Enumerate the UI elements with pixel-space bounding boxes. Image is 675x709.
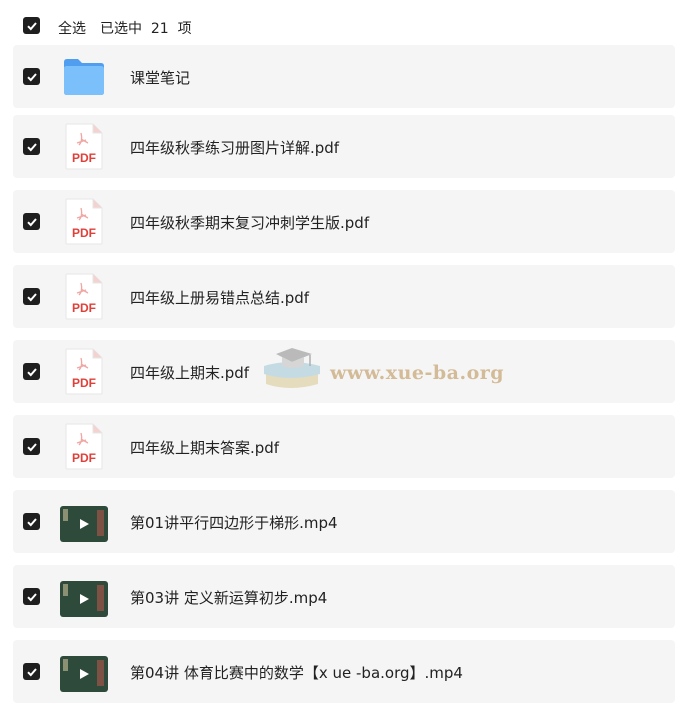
select-all-label[interactable]: 全选: [58, 18, 86, 38]
pdf-icon: PDF: [60, 348, 106, 395]
file-row[interactable]: 第01讲平行四边形于梯形.mp4: [13, 490, 675, 553]
file-row[interactable]: PDF 四年级上期末.pdf: [13, 340, 675, 403]
row-checkbox[interactable]: [23, 438, 40, 455]
video-thumbnail-icon: [60, 573, 108, 620]
check-icon: [26, 21, 37, 30]
file-name[interactable]: 四年级上期末答案.pdf: [130, 437, 279, 458]
row-checkbox[interactable]: [23, 588, 40, 605]
pdf-icon: PDF: [60, 423, 106, 470]
file-row[interactable]: PDF 四年级秋季期末复习冲刺学生版.pdf: [13, 190, 675, 253]
pdf-badge: PDF: [72, 151, 96, 165]
video-thumbnail-icon: [60, 498, 108, 545]
play-icon: [80, 519, 89, 529]
pdf-badge: PDF: [72, 451, 96, 465]
file-row[interactable]: PDF 四年级上册易错点总结.pdf: [13, 265, 675, 328]
file-name[interactable]: 四年级秋季练习册图片详解.pdf: [130, 137, 339, 158]
file-row[interactable]: PDF 四年级上期末答案.pdf: [13, 415, 675, 478]
pdf-badge: PDF: [72, 376, 96, 390]
folder-icon: [60, 53, 106, 100]
selection-toolbar: 全选 已选中 21 项: [0, 0, 675, 50]
play-icon: [80, 669, 89, 679]
pdf-icon: PDF: [60, 123, 106, 170]
row-checkbox[interactable]: [23, 138, 40, 155]
file-name[interactable]: 第03讲 定义新运算初步.mp4: [130, 587, 327, 608]
row-checkbox[interactable]: [23, 363, 40, 380]
check-icon: [26, 517, 37, 526]
file-row[interactable]: PDF 四年级秋季练习册图片详解.pdf: [13, 115, 675, 178]
check-icon: [26, 592, 37, 601]
pdf-badge: PDF: [72, 226, 96, 240]
check-icon: [26, 292, 37, 301]
check-icon: [26, 142, 37, 151]
check-icon: [26, 72, 37, 81]
file-name[interactable]: 四年级秋季期末复习冲刺学生版.pdf: [130, 212, 369, 233]
file-name[interactable]: 四年级上册易错点总结.pdf: [130, 287, 309, 308]
check-icon: [26, 667, 37, 676]
row-checkbox[interactable]: [23, 513, 40, 530]
file-name[interactable]: 第04讲 体育比赛中的数学【x ue -ba.org】.mp4: [130, 662, 463, 683]
file-name[interactable]: 四年级上期末.pdf: [130, 362, 249, 383]
file-name[interactable]: 课堂笔记: [130, 67, 190, 88]
file-row[interactable]: 第04讲 体育比赛中的数学【x ue -ba.org】.mp4: [13, 640, 675, 703]
pdf-badge: PDF: [72, 301, 96, 315]
pdf-icon: PDF: [60, 273, 106, 320]
play-icon: [80, 594, 89, 604]
selected-count: 已选中 21 项: [100, 21, 192, 37]
check-icon: [26, 217, 37, 226]
row-checkbox[interactable]: [23, 663, 40, 680]
pdf-icon: PDF: [60, 198, 106, 245]
check-icon: [26, 442, 37, 451]
row-checkbox[interactable]: [23, 213, 40, 230]
check-icon: [26, 367, 37, 376]
file-row[interactable]: 课堂笔记: [13, 45, 675, 108]
row-checkbox[interactable]: [23, 68, 40, 85]
video-thumbnail-icon: [60, 648, 108, 695]
file-row[interactable]: 第03讲 定义新运算初步.mp4: [13, 565, 675, 628]
select-all-checkbox[interactable]: [23, 17, 40, 34]
row-checkbox[interactable]: [23, 288, 40, 305]
file-name[interactable]: 第01讲平行四边形于梯形.mp4: [130, 512, 338, 533]
